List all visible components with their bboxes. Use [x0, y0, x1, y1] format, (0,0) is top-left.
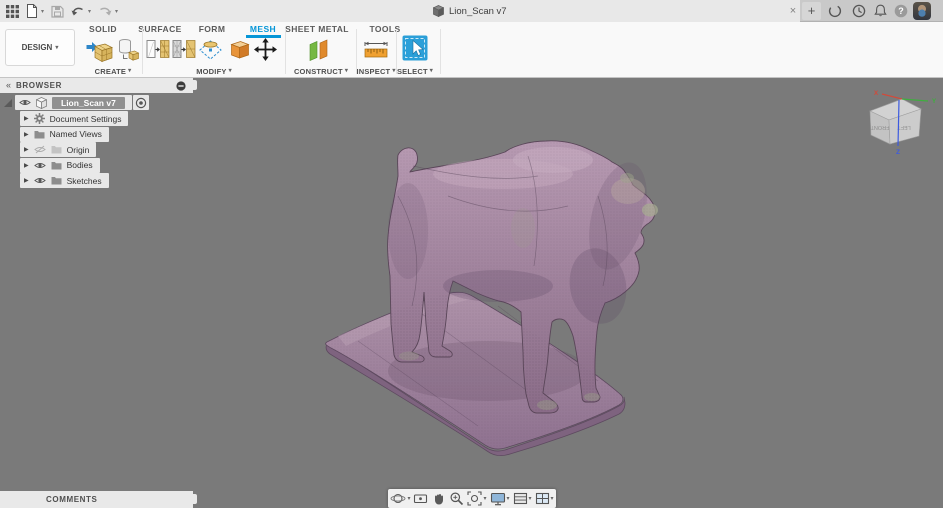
orbit-icon[interactable]: ▾ — [390, 491, 410, 506]
x-axis-label: X — [874, 90, 879, 97]
display-settings-icon[interactable]: ▾ — [490, 491, 510, 506]
activate-component-radio[interactable] — [132, 95, 149, 110]
browser-panel-header[interactable]: « BROWSER — [0, 78, 193, 93]
tree-label-root-component[interactable]: Lion_Scan v7 — [52, 96, 125, 109]
reduce-icon[interactable] — [172, 37, 196, 61]
collapse-panel-icon[interactable]: « — [6, 80, 11, 90]
quick-access-toolbar: ▾ ▾ ▾ — [6, 0, 118, 22]
gear-icon — [33, 113, 45, 124]
save-icon[interactable] — [51, 5, 64, 18]
file-menu-caret-icon[interactable]: ▾ — [41, 8, 44, 15]
tab-close-icon[interactable]: × — [786, 2, 800, 20]
titlebar: ▾ ▾ ▾ Lion_Scan v7 × + ? — [0, 0, 943, 22]
fusion-360-app: { "glyphs": { "caret_down": "▾", "close"… — [0, 0, 943, 508]
browser-display-toggle-icon[interactable] — [176, 80, 186, 91]
svg-text:?: ? — [898, 6, 904, 16]
expand-caret-icon[interactable]: ▶ — [24, 115, 29, 122]
tree-row-document-settings[interactable]: ▶ Document Settings — [20, 111, 129, 126]
folder-icon — [51, 145, 62, 154]
tree-label[interactable]: Bodies — [67, 160, 93, 170]
lion-scan-mesh-model[interactable] — [298, 136, 688, 471]
z-axis-label: Z — [896, 149, 900, 156]
job-status-icon[interactable] — [828, 4, 842, 18]
tree-label[interactable]: Named Views — [50, 129, 102, 139]
y-axis-label: Y — [932, 98, 937, 105]
fit-icon[interactable]: ▾ — [467, 491, 487, 506]
tree-label[interactable]: Sketches — [67, 176, 102, 186]
viewports-icon[interactable]: ▾ — [535, 491, 554, 506]
undo-icon[interactable] — [71, 5, 85, 17]
create-mesh-icon[interactable] — [116, 37, 142, 63]
select-icon[interactable] — [402, 35, 428, 61]
tree-row-root[interactable]: Lion_Scan v7 — [4, 95, 149, 110]
mesh-section-icon[interactable] — [228, 37, 252, 61]
expand-caret-icon[interactable]: ▶ — [24, 131, 29, 138]
x-axis-line — [881, 93, 903, 100]
pan-hand-icon[interactable] — [431, 491, 446, 506]
tab-tools[interactable]: TOOLS — [340, 24, 430, 34]
document-tab-title[interactable]: Lion_Scan v7 — [433, 0, 507, 22]
user-avatar[interactable] — [913, 2, 931, 20]
document-tab[interactable] — [0, 0, 800, 22]
viewcube-front-face[interactable]: FRONT — [870, 124, 890, 130]
tree-row-bodies[interactable]: ▶ Bodies — [20, 157, 100, 173]
zoom-icon[interactable] — [449, 491, 464, 506]
comments-panel-title: COMMENTS — [46, 495, 98, 504]
modify-group-label[interactable]: MODIFY ▾ — [172, 67, 256, 76]
visibility-eye-icon[interactable] — [33, 176, 46, 185]
plane-cut-icon[interactable] — [198, 37, 223, 62]
comments-panel-header[interactable]: COMMENTS — [0, 491, 193, 508]
undo-caret-icon[interactable]: ▾ — [88, 8, 91, 15]
tree-row-sketches[interactable]: ▶ Sketches — [20, 173, 109, 188]
tree-row-origin[interactable]: ▶ Origin — [20, 142, 97, 157]
redo-icon[interactable] — [98, 5, 112, 17]
expand-caret-icon[interactable]: ▶ — [24, 146, 29, 153]
folder-icon — [51, 161, 62, 170]
visibility-eye-icon[interactable] — [19, 98, 31, 107]
app-grid-icon[interactable] — [6, 4, 19, 18]
select-group-label[interactable]: SELECT ▾ — [373, 67, 457, 76]
redo-caret-icon[interactable]: ▾ — [115, 8, 118, 15]
tree-label[interactable]: Document Settings — [50, 114, 122, 124]
document-cube-icon — [433, 5, 444, 17]
recent-activity-icon[interactable] — [852, 4, 866, 18]
help-icon[interactable]: ? — [894, 4, 908, 18]
y-axis-line — [901, 98, 929, 102]
navigation-toolbar: ▾ ▾ ▾ ▾ ▾ — [388, 489, 556, 508]
grid-and-snaps-icon[interactable]: ▾ — [513, 491, 532, 506]
comments-panel-handle[interactable] — [193, 494, 197, 504]
create-group-label[interactable]: CREATE ▾ — [71, 67, 155, 76]
browser-panel-handle[interactable] — [193, 80, 197, 90]
notifications-bell-icon[interactable] — [874, 4, 887, 18]
construct-plane-icon[interactable] — [306, 37, 333, 64]
document-title: Lion_Scan v7 — [449, 5, 507, 17]
view-cube[interactable]: FRONT LEFT X Y Z — [856, 86, 942, 170]
expand-arrow-icon[interactable] — [4, 98, 12, 107]
file-menu-icon[interactable] — [26, 4, 38, 18]
design-workspace-button[interactable]: DESIGN ▾ — [5, 29, 75, 66]
component-cube-icon — [36, 96, 47, 109]
3d-viewport[interactable]: FRONT LEFT X Y Z « BROWSER Lion_Scan v7 … — [0, 78, 943, 508]
measure-icon[interactable] — [362, 40, 390, 61]
expand-caret-icon[interactable]: ▶ — [24, 177, 29, 184]
ribbon-toolbar: SOLID SURFACE FORM MESH SHEET METAL TOOL… — [0, 22, 943, 78]
expand-caret-icon[interactable]: ▶ — [24, 162, 29, 169]
remesh-icon[interactable] — [146, 37, 170, 61]
look-at-icon[interactable] — [413, 491, 428, 506]
visibility-eye-off-icon[interactable] — [33, 145, 46, 154]
visibility-eye-icon[interactable] — [33, 161, 46, 170]
insert-mesh-icon[interactable] — [86, 37, 113, 64]
new-tab-button[interactable]: + — [802, 2, 821, 20]
tree-row-named-views[interactable]: ▶ Named Views — [20, 126, 109, 142]
folder-icon — [51, 176, 62, 185]
move-icon[interactable] — [253, 37, 278, 62]
tree-label[interactable]: Origin — [67, 145, 90, 155]
folder-icon — [34, 130, 45, 139]
browser-panel-title: BROWSER — [16, 81, 62, 90]
